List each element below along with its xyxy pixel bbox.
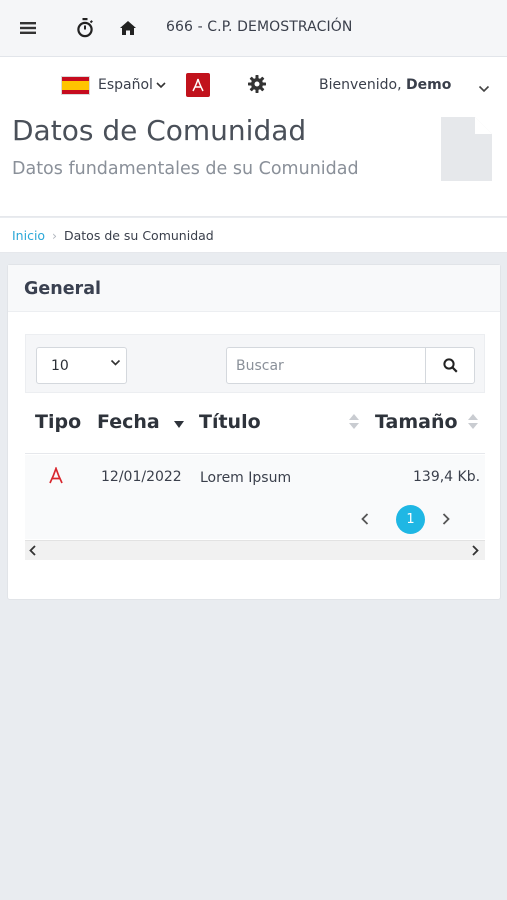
welcome-prefix: Bienvenido,: [319, 77, 406, 93]
breadcrumb-separator: ›: [52, 228, 57, 243]
breadcrumb-current: Datos de su Comunidad: [64, 228, 214, 243]
sort-icon[interactable]: [349, 414, 359, 430]
row-size: 139,4 Kb.: [413, 469, 481, 485]
current-page-button[interactable]: 1: [396, 505, 425, 534]
page-subtitle: Datos fundamentales de su Comunidad: [12, 159, 359, 179]
documents-table: 10 Tipo Fecha Título Tamaño 12/01/2022 L…: [25, 334, 485, 562]
top-bar: 666 - C.P. DEMOSTRACIÓN: [0, 0, 507, 57]
gear-icon[interactable]: [246, 73, 268, 95]
pdf-export-icon[interactable]: [186, 73, 210, 97]
community-title[interactable]: 666 - C.P. DEMOSTRACIÓN: [166, 19, 352, 35]
table-header: Tipo Fecha Título Tamaño: [25, 394, 485, 454]
column-header-title[interactable]: Título: [199, 411, 261, 433]
home-icon[interactable]: [116, 16, 140, 40]
column-header-type[interactable]: Tipo: [35, 411, 81, 433]
scroll-left-icon[interactable]: [29, 545, 37, 556]
welcome-text[interactable]: Bienvenido, Demo: [319, 77, 451, 93]
previous-page-icon[interactable]: [354, 508, 376, 530]
scroll-right-icon[interactable]: [471, 545, 479, 556]
hamburger-menu-icon[interactable]: [16, 16, 40, 40]
spain-flag-icon[interactable]: [61, 76, 90, 95]
page-header: Datos de Comunidad Datos fundamentales d…: [0, 113, 507, 217]
horizontal-scrollbar[interactable]: [25, 540, 485, 560]
language-label: Español: [98, 77, 153, 93]
breadcrumb-home-link[interactable]: Inicio: [12, 228, 45, 243]
user-name: Demo: [406, 77, 452, 93]
next-page-icon[interactable]: [435, 508, 457, 530]
table-row[interactable]: 12/01/2022 Lorem Ipsum 139,4 Kb.: [25, 455, 485, 497]
stopwatch-icon[interactable]: [73, 16, 97, 40]
sort-descending-icon[interactable]: [174, 421, 184, 429]
breadcrumb: Inicio › Datos de su Comunidad: [0, 218, 507, 253]
page-size-value: 10: [51, 358, 69, 374]
search-input[interactable]: [226, 347, 426, 384]
language-selector[interactable]: Español: [98, 77, 166, 93]
chevron-down-icon: [156, 81, 166, 88]
table-toolbar: 10: [25, 334, 485, 393]
panel-header: General: [8, 265, 500, 312]
pagination: 1: [25, 497, 485, 539]
row-title[interactable]: Lorem Ipsum: [200, 470, 291, 486]
general-panel: General 10 Tipo Fecha Título Tamaño: [7, 264, 501, 600]
user-menu-chevron-icon[interactable]: [478, 78, 490, 97]
search-button[interactable]: [425, 347, 475, 384]
page-size-select[interactable]: 10: [36, 347, 127, 384]
column-header-size[interactable]: Tamaño: [375, 411, 458, 433]
page-title: Datos de Comunidad: [12, 114, 307, 147]
search-icon: [442, 358, 458, 373]
document-icon: [441, 117, 492, 185]
row-date: 12/01/2022: [101, 469, 182, 485]
sort-icon[interactable]: [468, 414, 478, 430]
pdf-icon[interactable]: [47, 465, 65, 489]
column-header-date[interactable]: Fecha: [97, 411, 160, 433]
chevron-down-icon: [110, 359, 121, 366]
panel-title: General: [24, 279, 101, 299]
